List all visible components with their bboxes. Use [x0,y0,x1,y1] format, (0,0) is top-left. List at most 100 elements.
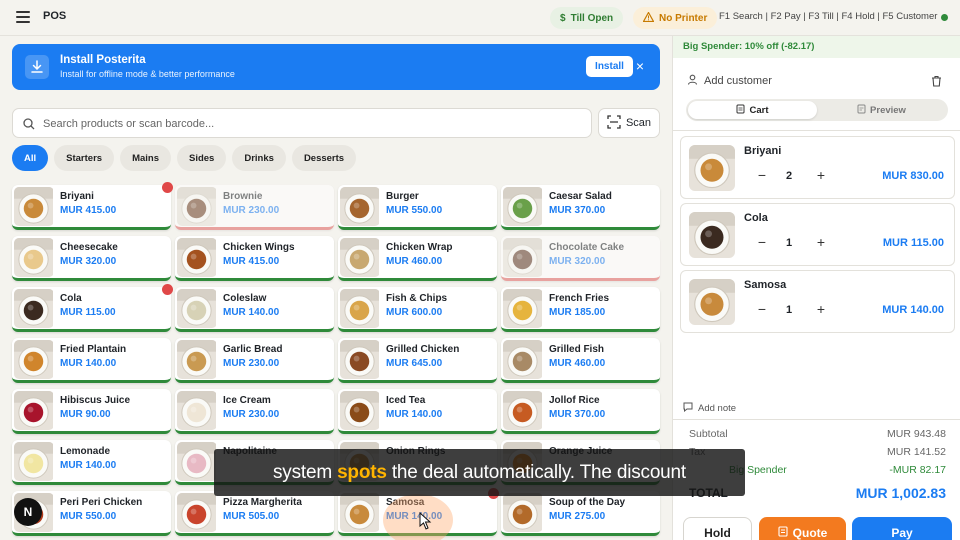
decrease-quantity-button[interactable]: − [753,166,771,184]
wings-dish-icon [177,238,217,277]
decrease-quantity-button[interactable]: − [753,300,771,318]
video-caption: system spots the deal automatically. The… [214,449,745,496]
trash-icon[interactable] [931,74,942,92]
product-card[interactable]: Grilled Chicken MUR 645.00 [338,338,497,383]
product-price: MUR 550.00 [386,205,443,216]
product-card[interactable]: Coleslaw MUR 140.00 [175,287,334,332]
printer-status-badge[interactable]: No Printer [633,7,718,29]
product-price: MUR 320.00 [60,256,117,267]
cart-item-price: MUR 830.00 [882,170,944,182]
discount-value: -MUR 82.17 [889,464,946,476]
product-name: Grilled Chicken [386,344,460,355]
scan-button[interactable]: Scan [598,108,660,138]
caption-text: the deal automatically. The discount [386,461,686,483]
product-name: Fried Plantain [60,344,127,355]
briyani-dish-icon [14,187,54,226]
caption-highlight: spots [337,461,387,483]
cart-line-item[interactable]: Briyani − 2 + MUR 830.00 [680,136,955,199]
cart-item-name: Samosa [744,279,787,291]
decrease-quantity-button[interactable]: − [753,233,771,251]
product-price: MUR 645.00 [386,358,443,369]
user-icon [687,74,698,88]
product-card[interactable]: Burger MUR 550.00 [338,185,497,230]
fish-dish-icon [503,340,543,379]
tab-cart[interactable]: Cart [688,101,817,119]
product-price: MUR 600.00 [386,307,443,318]
install-subtitle: Install for offline mode & better perfor… [60,69,235,79]
product-price: MUR 505.00 [223,511,280,522]
product-name: Cheesecake [60,242,118,253]
cart-item-quantity: 1 [786,237,793,249]
document-icon [778,526,788,540]
product-card[interactable]: Fish & Chips MUR 600.00 [338,287,497,332]
icecream-dish-icon [177,391,217,430]
hold-label: Hold [704,526,731,540]
product-card[interactable]: Chicken Wings MUR 415.00 [175,236,334,281]
product-price: MUR 550.00 [60,511,117,522]
product-card[interactable]: Iced Tea MUR 140.00 [338,389,497,434]
product-name: Chicken Wings [223,242,295,253]
product-card[interactable]: Soup of the Day MUR 275.00 [501,491,660,536]
product-name: Brownie [223,191,263,202]
category-tabs: All Starters Mains Sides Drinks Desserts [12,145,357,171]
pay-button[interactable]: Pay [852,517,952,540]
category-tab-drinks[interactable]: Drinks [232,145,286,171]
product-name: Garlic Bread [223,344,283,355]
product-card[interactable]: Cola MUR 115.00 [12,284,173,332]
search-box [12,108,592,138]
category-tab-desserts[interactable]: Desserts [291,145,357,171]
product-card[interactable]: Caesar Salad MUR 370.00 [501,185,660,230]
product-card[interactable]: Lemonade MUR 140.00 [12,440,171,485]
hamburger-menu-icon[interactable] [16,11,30,23]
category-tab-all[interactable]: All [12,145,49,171]
tab-preview-label: Preview [870,104,906,116]
install-button[interactable]: Install [586,56,633,77]
product-card[interactable]: Jollof Rice MUR 370.00 [501,389,660,434]
product-name: Grilled Fish [549,344,605,355]
tab-preview[interactable]: Preview [817,101,946,119]
product-card[interactable]: Brownie MUR 230.00 [175,185,334,230]
category-tab-sides[interactable]: Sides [177,145,227,171]
click-highlight [383,494,453,540]
increase-quantity-button[interactable]: + [812,300,830,318]
product-card[interactable]: Hibiscus Juice MUR 90.00 [12,389,171,434]
add-customer-button[interactable]: Add customer [687,74,772,88]
close-icon[interactable]: × [632,58,648,74]
hold-button[interactable]: Hold [683,517,752,540]
tax-value: MUR 141.52 [887,446,946,458]
search-input[interactable] [43,114,583,134]
jollof-dish-icon [503,391,543,430]
product-name: Pizza Margherita [223,497,302,508]
cheesecake-dish-icon [14,238,54,277]
product-card[interactable]: Cheesecake MUR 320.00 [12,236,171,281]
product-name: Hibiscus Juice [60,395,131,406]
quote-button[interactable]: Quote [759,517,846,540]
category-tab-starters[interactable]: Starters [54,145,115,171]
search-icon [23,117,35,135]
product-name: Chicken Wrap [386,242,453,253]
product-card[interactable]: French Fries MUR 185.00 [501,287,660,332]
cart-line-item[interactable]: Cola − 1 + MUR 115.00 [680,203,955,266]
product-card[interactable]: Garlic Bread MUR 230.00 [175,338,334,383]
receipt-icon [736,104,745,117]
quote-label: Quote [792,526,828,540]
product-card[interactable]: Chicken Wrap MUR 460.00 [338,236,497,281]
product-price: MUR 415.00 [223,256,280,267]
product-card[interactable]: Briyani MUR 415.00 [12,182,173,230]
cart-item-quantity: 2 [786,170,793,182]
increase-quantity-button[interactable]: + [812,166,830,184]
product-card[interactable]: Ice Cream MUR 230.00 [175,389,334,434]
category-tab-mains[interactable]: Mains [120,145,171,171]
salad-dish-icon [503,187,543,226]
add-note-button[interactable]: Add note [683,402,736,415]
product-card[interactable]: Grilled Fish MUR 460.00 [501,338,660,383]
increase-quantity-button[interactable]: + [812,233,830,251]
product-card[interactable]: Pizza Margherita MUR 505.00 [175,491,334,536]
cart-line-item[interactable]: Samosa − 1 + MUR 140.00 [680,270,955,333]
app-launcher-badge[interactable]: N [14,498,42,526]
product-card[interactable]: Fried Plantain MUR 140.00 [12,338,171,383]
till-status-badge[interactable]: $ Till Open [550,7,624,29]
lemonade-drink-icon [14,442,54,481]
top-bar: POS $ Till Open No Printer F1 Search | F… [0,0,960,36]
product-card[interactable]: Chocolate Cake MUR 320.00 [501,236,660,281]
